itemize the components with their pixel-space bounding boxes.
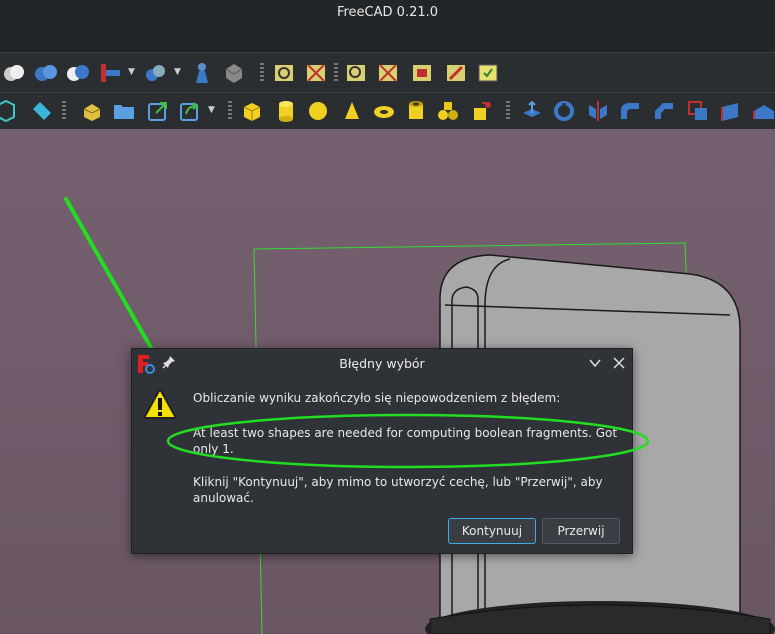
annotation-ellipse: [166, 413, 650, 469]
annotation-ellipse-layer: [166, 413, 650, 469]
